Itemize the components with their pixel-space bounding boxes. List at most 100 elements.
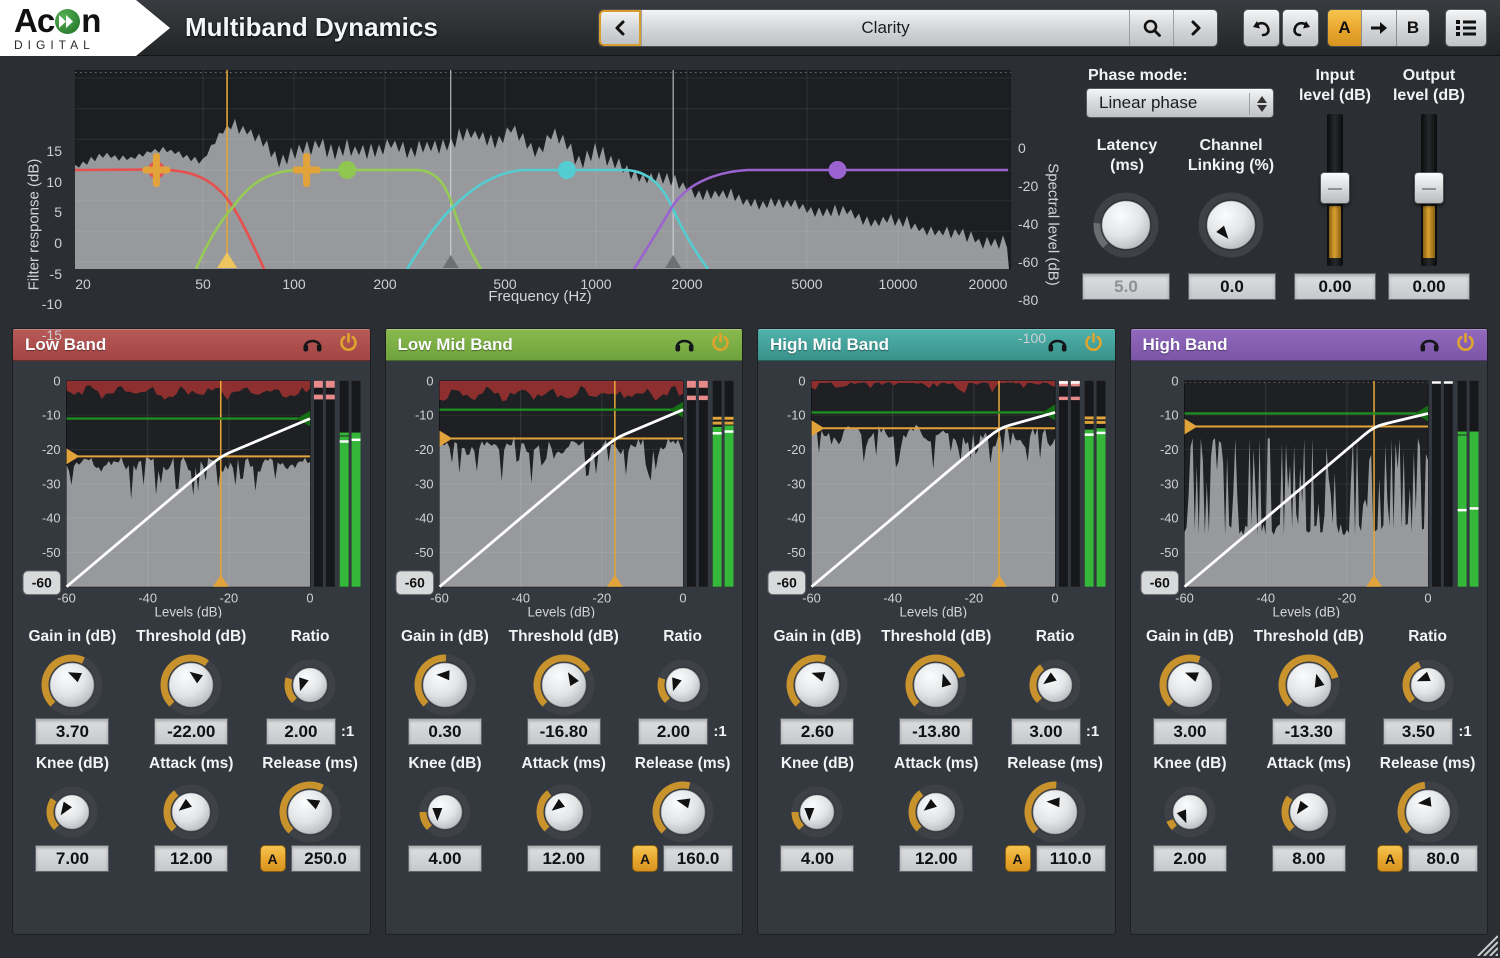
ratio-value[interactable]: 2.00	[266, 718, 336, 745]
knee-knob[interactable]	[1164, 779, 1216, 845]
ratio-value[interactable]: 2.00	[638, 718, 708, 745]
gain-value[interactable]: 0.30	[408, 718, 482, 745]
release-value[interactable]: 80.0	[1408, 845, 1478, 872]
gain-value[interactable]: 3.00	[1153, 718, 1227, 745]
knee-value[interactable]: 4.00	[780, 845, 854, 872]
preset-b-button[interactable]: B	[1396, 10, 1429, 46]
threshold-knob[interactable]	[905, 652, 967, 718]
axis-min-button[interactable]: -60	[395, 571, 433, 595]
band-dot-handle[interactable]	[828, 161, 846, 179]
attack-value[interactable]: 12.00	[527, 845, 601, 872]
headphones-solo-icon[interactable]	[1419, 334, 1440, 357]
power-toggle-icon[interactable]	[711, 333, 730, 357]
preset-search-button[interactable]	[1129, 10, 1173, 46]
band-transfer-graph[interactable]: 0-10-20-30-40-50-60-40-200Levels (dB)-60	[1139, 369, 1480, 618]
release-knob[interactable]	[279, 779, 341, 845]
knee-value[interactable]: 7.00	[35, 845, 109, 872]
axis-min-button[interactable]: -60	[23, 571, 61, 595]
preset-a-button[interactable]: A	[1328, 10, 1361, 46]
ratio-knob[interactable]	[284, 652, 336, 718]
gain-value[interactable]: 3.70	[35, 718, 109, 745]
attack-knob[interactable]	[908, 779, 964, 845]
band-transfer-graph[interactable]: 0-10-20-30-40-50-60-40-200Levels (dB)-60	[21, 369, 362, 618]
latency-knob[interactable]	[1093, 192, 1159, 263]
frequency-response-plot[interactable]	[75, 70, 1011, 269]
release-knob[interactable]	[1024, 779, 1086, 845]
ratio-knob[interactable]	[657, 652, 709, 718]
undo-button[interactable]	[1243, 9, 1280, 47]
release-label: Release (ms)	[1007, 755, 1103, 779]
channel-linking-knob[interactable]	[1198, 192, 1264, 263]
svg-text:-10: -10	[415, 408, 434, 423]
input-level-slider[interactable]	[1320, 114, 1350, 266]
release-knob[interactable]	[1397, 779, 1459, 845]
power-toggle-icon[interactable]	[1456, 333, 1475, 357]
band-dot-handle[interactable]	[558, 161, 576, 179]
knee-value[interactable]: 2.00	[1153, 845, 1227, 872]
attack-knob[interactable]	[163, 779, 219, 845]
attack-value[interactable]: 12.00	[899, 845, 973, 872]
band-transfer-graph[interactable]: 0-10-20-30-40-50-60-40-200Levels (dB)-60	[766, 369, 1107, 618]
attack-knob[interactable]	[536, 779, 592, 845]
release-knob[interactable]	[652, 779, 714, 845]
gain-knob[interactable]	[786, 652, 848, 718]
ratio-knob[interactable]	[1029, 652, 1081, 718]
band-transfer-graph[interactable]: 0-10-20-30-40-50-60-40-200Levels (dB)-60	[394, 369, 735, 618]
output-level-slider[interactable]	[1414, 114, 1444, 266]
preset-name-field[interactable]: Clarity	[641, 10, 1129, 46]
threshold-knob[interactable]	[160, 652, 222, 718]
auto-release-toggle[interactable]: A	[260, 845, 286, 872]
knee-knob[interactable]	[419, 779, 471, 845]
release-value[interactable]: 250.0	[291, 845, 361, 872]
input-level-value[interactable]: 0.00	[1294, 273, 1376, 300]
resize-grip[interactable]	[1472, 930, 1498, 956]
axis-min-button[interactable]: -60	[1140, 571, 1178, 595]
attack-knob[interactable]	[1281, 779, 1337, 845]
svg-text:-50: -50	[415, 545, 434, 560]
headphones-solo-icon[interactable]	[674, 334, 695, 357]
channel-linking-value[interactable]: 0.0	[1188, 273, 1276, 300]
slider-handle[interactable]	[1414, 172, 1444, 204]
attack-value[interactable]: 8.00	[1272, 845, 1346, 872]
release-value[interactable]: 160.0	[663, 845, 733, 872]
threshold-value[interactable]: -22.00	[154, 718, 228, 745]
power-toggle-icon[interactable]	[339, 333, 358, 357]
auto-release-toggle[interactable]: A	[1005, 845, 1031, 872]
phase-mode-dropdown[interactable]: Linear phase	[1086, 88, 1274, 118]
gain-value[interactable]: 2.60	[780, 718, 854, 745]
ratio-value[interactable]: 3.00	[1011, 718, 1081, 745]
headphones-solo-icon[interactable]	[302, 334, 323, 357]
release-value[interactable]: 110.0	[1036, 845, 1106, 872]
threshold-value[interactable]: -16.80	[527, 718, 601, 745]
headphones-solo-icon[interactable]	[1047, 334, 1068, 357]
copy-a-to-b-button[interactable]	[1361, 10, 1396, 46]
threshold-value[interactable]: -13.30	[1272, 718, 1346, 745]
knee-knob[interactable]	[791, 779, 843, 845]
power-toggle-icon[interactable]	[1084, 333, 1103, 357]
gain-knob[interactable]	[1159, 652, 1221, 718]
release-label: Release (ms)	[262, 755, 358, 779]
band-dot-handle[interactable]	[338, 161, 356, 179]
svg-text:-10: -10	[1160, 408, 1179, 423]
threshold-value[interactable]: -13.80	[899, 718, 973, 745]
output-level-value[interactable]: 0.00	[1388, 273, 1470, 300]
preset-next-button[interactable]	[1173, 10, 1217, 46]
knee-knob[interactable]	[46, 779, 98, 845]
gain-knob[interactable]	[41, 652, 103, 718]
gain-knob[interactable]	[414, 652, 476, 718]
threshold-knob[interactable]	[533, 652, 595, 718]
slider-handle[interactable]	[1320, 172, 1350, 204]
menu-button[interactable]	[1445, 9, 1487, 47]
ratio-value[interactable]: 3.50	[1383, 718, 1453, 745]
threshold-knob[interactable]	[1278, 652, 1340, 718]
auto-release-toggle[interactable]: A	[1377, 845, 1403, 872]
attack-value[interactable]: 12.00	[154, 845, 228, 872]
ratio-suffix: :1	[341, 723, 354, 740]
redo-button[interactable]	[1282, 9, 1319, 47]
preset-previous-button[interactable]	[599, 10, 641, 46]
knee-value[interactable]: 4.00	[408, 845, 482, 872]
svg-text:-50: -50	[787, 545, 806, 560]
axis-min-button[interactable]: -60	[768, 571, 806, 595]
auto-release-toggle[interactable]: A	[632, 845, 658, 872]
ratio-knob[interactable]	[1402, 652, 1454, 718]
